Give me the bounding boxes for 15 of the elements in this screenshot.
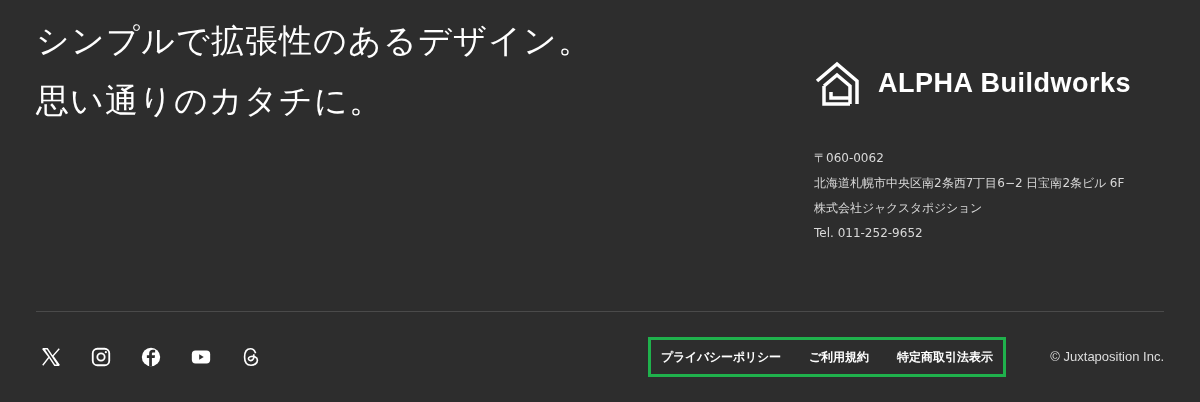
address-line: 株式会社ジャクスタポジション xyxy=(814,200,983,217)
address-line: Tel. 011-252-9652 xyxy=(814,225,924,242)
brand-name: ALPHA Buildworks xyxy=(878,66,1132,100)
footer-link[interactable]: 特定商取引法表示 xyxy=(897,347,994,366)
house-logo-icon xyxy=(814,60,860,106)
headline: シンプルで拡張性のあるデザイン。 xyxy=(36,20,592,62)
footer-link[interactable]: プライバシーポリシー xyxy=(661,347,782,366)
footer-link[interactable]: ご利用規約 xyxy=(809,347,870,366)
camera-icon[interactable] xyxy=(90,345,112,368)
headline: 思い通りのカタチに。 xyxy=(36,80,384,122)
address-line: 北海道札幌市中央区南2条西7丁目6−2 日宝南2条ビル 6F xyxy=(814,175,1126,192)
address-line: 〒060-0062 xyxy=(814,150,885,167)
facebook-icon[interactable] xyxy=(140,345,162,368)
x-logo-icon[interactable] xyxy=(40,345,62,368)
copyright-text: © Juxtaposition Inc. xyxy=(1050,347,1164,366)
